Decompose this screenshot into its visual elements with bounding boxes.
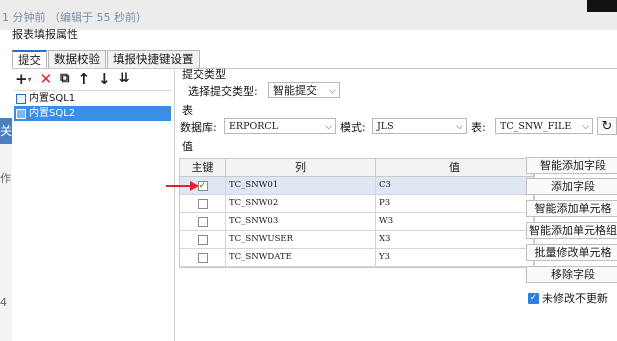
annotation-arrow — [166, 181, 199, 191]
annotation-arrow-head — [190, 181, 199, 191]
